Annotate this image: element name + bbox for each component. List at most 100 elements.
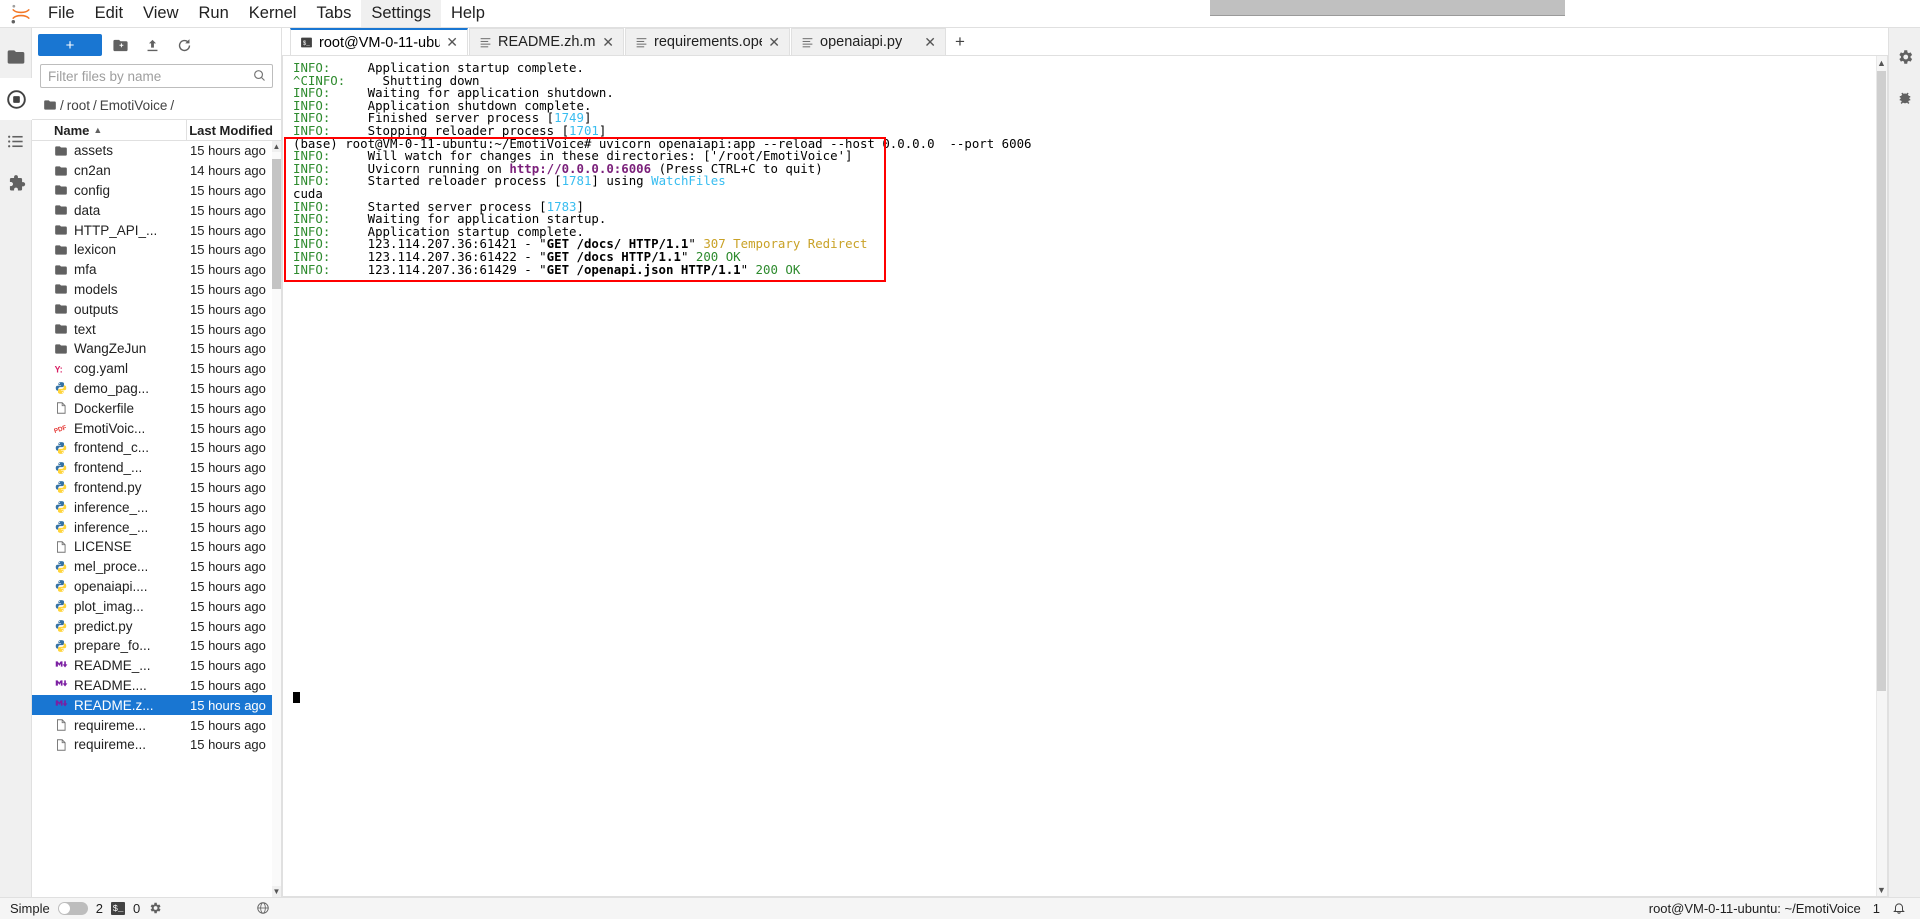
file-icon bbox=[57, 402, 66, 414]
terminal-badge-icon[interactable]: $_ bbox=[110, 902, 125, 915]
column-header-name[interactable]: Name ▲ bbox=[32, 123, 186, 138]
right-activity-bar bbox=[1888, 28, 1920, 897]
file-list-item[interactable]: prepare_fo... 15 hours ago bbox=[32, 636, 281, 656]
debugger-icon[interactable] bbox=[1889, 78, 1920, 120]
file-list-item[interactable]: requireme... 15 hours ago bbox=[32, 735, 281, 755]
scroll-up-arrow-icon[interactable]: ▲ bbox=[272, 141, 281, 152]
close-icon[interactable]: ✕ bbox=[602, 34, 614, 51]
file-list-item[interactable]: frontend_c... 15 hours ago bbox=[32, 438, 281, 458]
globe-icon[interactable] bbox=[256, 901, 270, 916]
file-list-item[interactable]: mfa 15 hours ago bbox=[32, 260, 281, 280]
menu-help[interactable]: Help bbox=[441, 0, 495, 27]
status-right-group: root@VM-0-11-ubuntu: ~/EmotiVoice 1 bbox=[1649, 901, 1914, 916]
file-item-name-cell: README.z... bbox=[54, 698, 186, 713]
file-browser-icon[interactable] bbox=[0, 36, 32, 78]
menu-settings[interactable]: Settings bbox=[361, 0, 441, 27]
file-list-item[interactable]: frontend.py 15 hours ago bbox=[32, 478, 281, 498]
file-list-item[interactable]: README.... 15 hours ago bbox=[32, 676, 281, 696]
file-list-item[interactable]: frontend_... 15 hours ago bbox=[32, 458, 281, 478]
file-list-item[interactable]: lexicon 15 hours ago bbox=[32, 240, 281, 260]
file-item-modified: 15 hours ago bbox=[190, 400, 266, 416]
menu-run[interactable]: Run bbox=[189, 0, 239, 27]
file-list-item[interactable]: LICENSE 15 hours ago bbox=[32, 537, 281, 557]
file-list-item[interactable]: models 15 hours ago bbox=[32, 280, 281, 300]
file-list-item[interactable]: openaiapi.... 15 hours ago bbox=[32, 577, 281, 597]
search-input[interactable] bbox=[41, 68, 272, 84]
file-list-item[interactable]: text 15 hours ago bbox=[32, 319, 281, 339]
status-bar: Simple 2 $_ 0 root@VM-0-11-ubuntu: ~/Emo… bbox=[0, 897, 1920, 919]
terminal-line-highlighted: INFO: 123.114.207.36:61429 - "GET /opena… bbox=[293, 261, 801, 277]
breadcrumb-folder-icon[interactable] bbox=[43, 98, 57, 113]
column-header-modified[interactable]: Last Modified bbox=[186, 120, 281, 140]
tab-file-3[interactable]: openaiapi.py ✕ bbox=[791, 28, 946, 55]
file-list-item[interactable]: requireme... 15 hours ago bbox=[32, 715, 281, 735]
close-icon[interactable]: ✕ bbox=[446, 34, 458, 51]
file-list-item[interactable]: data 15 hours ago bbox=[32, 200, 281, 220]
new-folder-icon[interactable] bbox=[106, 33, 134, 57]
file-list-item[interactable]: Dockerfile 15 hours ago bbox=[32, 398, 281, 418]
file-list-item-selected[interactable]: README.z... 15 hours ago bbox=[32, 695, 281, 716]
bell-icon[interactable] bbox=[1892, 901, 1906, 916]
file-list-item[interactable]: README_... 15 hours ago bbox=[32, 656, 281, 676]
notification-count[interactable]: 1 bbox=[1873, 901, 1880, 916]
menu-kernel[interactable]: Kernel bbox=[239, 0, 307, 27]
terminal-output[interactable]: INFO: Application startup complete. ^CINF… bbox=[283, 56, 1876, 896]
file-list-item[interactable]: cn2an 14 hours ago bbox=[32, 161, 281, 181]
breadcrumb-emotivoice[interactable]: EmotiVoice bbox=[100, 98, 168, 113]
file-item-label: predict.py bbox=[74, 618, 133, 634]
file-item-modified: 15 hours ago bbox=[190, 658, 266, 674]
file-item-label: inference_... bbox=[74, 519, 149, 535]
terminal-panel[interactable]: INFO: Application startup complete. ^CINF… bbox=[282, 56, 1888, 897]
file-list-item[interactable]: Y: cog.yaml 15 hours ago bbox=[32, 359, 281, 379]
file-list-item[interactable]: mel_proce... 15 hours ago bbox=[32, 557, 281, 577]
property-inspector-icon[interactable] bbox=[1889, 36, 1920, 78]
upload-icon[interactable] bbox=[138, 33, 166, 57]
file-list-item[interactable]: config 15 hours ago bbox=[32, 181, 281, 201]
scroll-down-arrow-icon[interactable]: ▼ bbox=[272, 886, 281, 897]
refresh-icon[interactable] bbox=[170, 33, 198, 57]
extension-manager-icon[interactable] bbox=[0, 162, 32, 204]
file-list-scrollbar[interactable]: ▲ ▼ bbox=[272, 141, 281, 897]
folder-icon bbox=[55, 205, 67, 215]
file-list-item[interactable]: outputs 15 hours ago bbox=[32, 299, 281, 319]
terminal-scroll-down-icon[interactable]: ▼ bbox=[1876, 883, 1887, 896]
file-list[interactable]: assets 15 hours ago cn2an 14 hours ago confi… bbox=[32, 141, 281, 897]
simple-mode-toggle[interactable] bbox=[57, 902, 88, 915]
file-list-item[interactable]: demo_pag... 15 hours ago bbox=[32, 379, 281, 399]
file-item-name-cell: PDF EmotiVoic... bbox=[54, 421, 186, 436]
menu-edit[interactable]: Edit bbox=[85, 0, 133, 27]
new-launcher-button[interactable]: + bbox=[38, 34, 102, 56]
filter-box[interactable] bbox=[40, 64, 273, 88]
close-icon[interactable]: ✕ bbox=[768, 34, 780, 51]
terminal-count[interactable]: 0 bbox=[133, 901, 140, 916]
kernel-count[interactable]: 2 bbox=[96, 901, 103, 916]
terminal-scrollbar[interactable]: ▲ ▼ bbox=[1876, 56, 1887, 896]
terminal-scroll-thumb[interactable] bbox=[1877, 71, 1886, 691]
file-list-item[interactable]: WangZeJun 15 hours ago bbox=[32, 339, 281, 359]
breadcrumb-root[interactable]: root bbox=[67, 98, 90, 113]
file-list-item[interactable]: HTTP_API_... 15 hours ago bbox=[32, 220, 281, 240]
tab-file-2[interactable]: requirements.openaiapi.txt ✕ bbox=[625, 28, 790, 55]
gear-icon[interactable] bbox=[148, 901, 162, 916]
file-list-item[interactable]: PDF EmotiVoic... 15 hours ago bbox=[32, 418, 281, 438]
file-list-item[interactable]: assets 15 hours ago bbox=[32, 141, 281, 161]
menu-view[interactable]: View bbox=[133, 0, 188, 27]
tab-label: root@VM-0-11-ubuntu: ~, bbox=[319, 34, 441, 51]
folder-icon bbox=[55, 166, 67, 176]
running-terminals-icon[interactable] bbox=[0, 78, 32, 120]
file-list-item[interactable]: inference_... 15 hours ago bbox=[32, 517, 281, 537]
table-of-contents-icon[interactable] bbox=[0, 120, 32, 162]
tab-file-1[interactable]: README.zh.md ✕ bbox=[469, 28, 624, 55]
tab-terminal[interactable]: $_ root@VM-0-11-ubuntu: ~, ✕ bbox=[290, 28, 468, 55]
terminal-scroll-up-icon[interactable]: ▲ bbox=[1876, 56, 1887, 69]
menu-tabs[interactable]: Tabs bbox=[306, 0, 361, 27]
file-list-item[interactable]: inference_... 15 hours ago bbox=[32, 497, 281, 517]
new-tab-button[interactable]: + bbox=[947, 28, 973, 55]
close-icon[interactable]: ✕ bbox=[924, 34, 936, 51]
file-list-scroll-thumb[interactable] bbox=[272, 159, 281, 289]
menu-file[interactable]: File bbox=[38, 0, 85, 27]
tab-label: requirements.openaiapi.txt bbox=[654, 34, 762, 50]
file-item-name-cell: requireme... bbox=[54, 718, 186, 733]
file-list-item[interactable]: plot_imag... 15 hours ago bbox=[32, 596, 281, 616]
file-list-item[interactable]: predict.py 15 hours ago bbox=[32, 616, 281, 636]
